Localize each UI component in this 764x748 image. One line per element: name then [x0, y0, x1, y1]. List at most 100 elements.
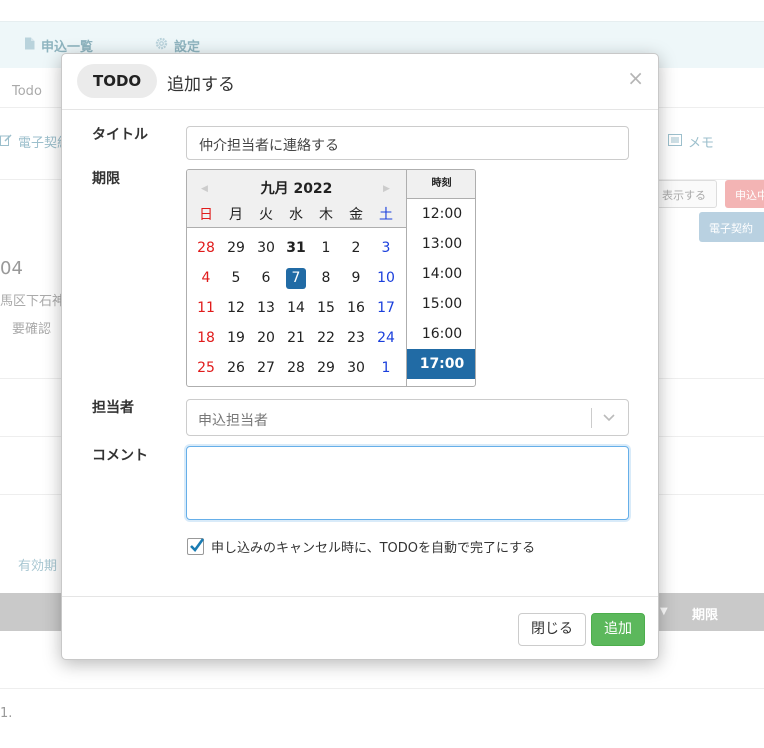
table-header-period[interactable]: 期限 [692, 604, 718, 623]
calendar-day[interactable]: 6 [251, 263, 281, 293]
select-separator [591, 408, 592, 428]
todo-pill: TODO [77, 64, 158, 98]
weekday-label: 金 [349, 207, 363, 223]
property-address: 馬区下石神 [0, 294, 66, 309]
divider [0, 688, 764, 689]
auto-complete-checkbox[interactable] [187, 538, 205, 555]
assignee-select[interactable]: 申込担当者 [186, 399, 629, 436]
calendar-day[interactable]: 31 [281, 233, 311, 263]
time-option[interactable]: 12:00 [407, 199, 475, 229]
calendar-week-row: 11 12 13 14 15 16 17 [191, 293, 403, 323]
status-button[interactable]: 申込中 [725, 180, 764, 208]
calendar-grid: 28 29 30 31 1 2 3 4 5 6 7 8 9 10 11 12 13 14 15 16 17 18 19 20 2… [191, 233, 403, 383]
calendar-day[interactable]: 9 [341, 263, 371, 293]
calendar-day[interactable]: 19 [221, 323, 251, 353]
assignee-placeholder: 申込担当者 [198, 413, 268, 429]
add-button[interactable]: 追加 [591, 613, 645, 646]
calendar-day[interactable]: 27 [251, 353, 281, 383]
calendar-day[interactable]: 10 [371, 263, 401, 293]
close-icon[interactable]: × [627, 68, 644, 88]
calendar-day[interactable]: 17 [371, 293, 401, 323]
assignee-label: 担当者 [92, 400, 134, 416]
calendar-week-row: 18 19 20 21 22 23 24 [191, 323, 403, 353]
calendar-day[interactable]: 28 [281, 353, 311, 383]
comment-textarea[interactable] [186, 446, 629, 520]
modal-header: TODO 追加する × [62, 54, 658, 110]
econtract-button[interactable]: 電子契約 [699, 212, 764, 242]
next-month-icon[interactable]: ▶ [383, 184, 390, 194]
datetime-picker: ◀ 九月 2022 ▶ 日 月 火 水 木 金 土 28 29 30 31 1 2 3 4 5 6… [186, 169, 476, 387]
calendar-day[interactable]: 26 [221, 353, 251, 383]
weekday-label: 火 [259, 207, 273, 223]
title-label: タイトル [92, 127, 148, 143]
deadline-label: 期限 [92, 171, 120, 187]
footer-text: 1. [0, 706, 13, 721]
time-column: 時刻 12:0013:0014:0015:0016:0017:0018:00 [406, 170, 475, 386]
calendar-day[interactable]: 5 [221, 263, 251, 293]
title-input[interactable]: 仲介担当者に連絡する [186, 126, 629, 160]
weekday-row: 日 月 火 水 木 金 土 [191, 204, 403, 224]
weekday-label: 月 [229, 207, 243, 223]
validity-link[interactable]: 有効期 [18, 555, 57, 574]
calendar-day[interactable]: 30 [341, 353, 371, 383]
calendar-day[interactable]: 13 [251, 293, 281, 323]
time-option[interactable]: 13:00 [407, 229, 475, 259]
calendar-day[interactable]: 8 [311, 263, 341, 293]
edit-icon [0, 133, 12, 150]
checkmark-icon [190, 538, 205, 552]
calendar-week-row: 28 29 30 31 1 2 3 [191, 233, 403, 263]
calendar-day[interactable]: 1 [311, 233, 341, 263]
weekday-label: 土 [379, 207, 393, 223]
auto-complete-option[interactable]: 申し込みのキャンセル時に、TODOを自動で完了にする [187, 537, 535, 556]
calendar-day[interactable]: 21 [281, 323, 311, 353]
time-header: 時刻 [407, 170, 475, 199]
auto-complete-label: 申し込みのキャンセル時に、TODOを自動で完了にする [211, 541, 536, 556]
tab-econtract[interactable]: 電子契約 [0, 132, 70, 151]
calendar-day[interactable]: 29 [311, 353, 341, 383]
calendar-day[interactable]: 1 [371, 353, 401, 383]
calendar-day[interactable]: 29 [221, 233, 251, 263]
calendar-day[interactable]: 18 [191, 323, 221, 353]
document-icon [24, 37, 35, 54]
calendar-month-label: 九月 2022 [260, 181, 333, 197]
weekday-label: 水 [289, 207, 303, 223]
calendar-day[interactable]: 11 [191, 293, 221, 323]
modal-title: 追加する [167, 75, 235, 95]
time-option[interactable]: 16:00 [407, 319, 475, 349]
calendar-day[interactable]: 7 [281, 263, 311, 293]
calendar-day[interactable]: 30 [251, 233, 281, 263]
time-list[interactable]: 12:0013:0014:0015:0016:0017:0018:00 [407, 199, 475, 386]
calendar-day[interactable]: 14 [281, 293, 311, 323]
time-option[interactable]: 14:00 [407, 259, 475, 289]
chevron-down-icon[interactable] [602, 409, 616, 423]
calendar-day[interactable]: 24 [371, 323, 401, 353]
modal-footer-divider [62, 596, 658, 597]
time-option[interactable]: 15:00 [407, 289, 475, 319]
property-number: 04 [0, 258, 23, 279]
weekday-label: 木 [319, 207, 333, 223]
calendar-day[interactable]: 16 [341, 293, 371, 323]
sort-arrow-icon: ▼ [660, 606, 668, 617]
tab-memo[interactable]: メモ [668, 132, 714, 151]
time-option[interactable]: 17:00 [407, 349, 475, 379]
add-todo-modal: TODO 追加する × タイトル 仲介担当者に連絡する 期限 ◀ 九月 2022… [61, 53, 659, 660]
calendar-day[interactable]: 15 [311, 293, 341, 323]
status-badge: 要確認 [12, 322, 52, 337]
calendar-day[interactable]: 3 [371, 233, 401, 263]
gear-icon [155, 37, 168, 54]
calendar-day[interactable]: 25 [191, 353, 221, 383]
show-button[interactable]: 表示する [655, 180, 717, 208]
calendar-day[interactable]: 23 [341, 323, 371, 353]
calendar-day[interactable]: 4 [191, 263, 221, 293]
calendar-week-row: 4 5 6 7 8 9 10 [191, 263, 403, 293]
calendar-day[interactable]: 20 [251, 323, 281, 353]
time-option[interactable]: 18:00 [407, 379, 475, 386]
calendar-day[interactable]: 12 [221, 293, 251, 323]
calendar-header: ◀ 九月 2022 ▶ 日 月 火 水 木 金 土 [187, 170, 406, 228]
close-button[interactable]: 閉じる [518, 613, 586, 646]
calendar-day[interactable]: 22 [311, 323, 341, 353]
comment-label: コメント [92, 448, 148, 464]
weekday-label: 日 [199, 207, 213, 223]
calendar-day[interactable]: 2 [341, 233, 371, 263]
calendar-day[interactable]: 28 [191, 233, 221, 263]
